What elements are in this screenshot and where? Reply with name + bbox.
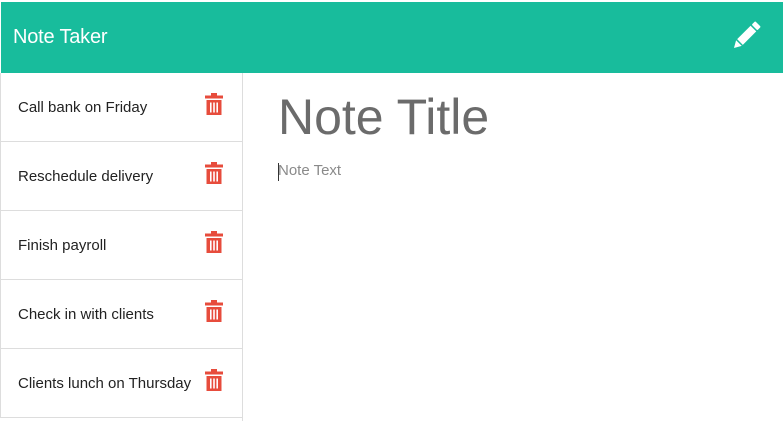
delete-note-button[interactable] <box>205 300 223 322</box>
delete-note-button[interactable] <box>205 369 223 391</box>
note-list: Call bank on Friday Reschedule delivery <box>0 73 242 418</box>
note-item-title[interactable]: Check in with clients <box>18 305 154 324</box>
note-taker-app: Note Taker Call bank on Friday Reschedul… <box>0 0 784 421</box>
trash-icon <box>205 369 223 391</box>
note-list-item[interactable]: Clients lunch on Thursday <box>0 349 242 418</box>
delete-note-button[interactable] <box>205 231 223 253</box>
text-cursor <box>278 163 279 181</box>
trash-icon <box>205 300 223 322</box>
note-list-item[interactable]: Reschedule delivery <box>0 142 242 211</box>
delete-note-button[interactable] <box>205 162 223 184</box>
navbar: Note Taker <box>1 2 783 73</box>
trash-icon <box>205 231 223 253</box>
note-text-input[interactable] <box>278 161 758 401</box>
app-brand[interactable]: Note Taker <box>13 24 108 50</box>
note-list-item[interactable]: Check in with clients <box>0 280 242 349</box>
note-list-item[interactable]: Call bank on Friday <box>0 73 242 142</box>
note-title-input[interactable] <box>278 85 758 149</box>
note-item-title[interactable]: Clients lunch on Thursday <box>18 374 191 393</box>
delete-note-button[interactable] <box>205 93 223 115</box>
note-list-item[interactable]: Finish payroll <box>0 211 242 280</box>
trash-icon <box>205 162 223 184</box>
note-item-title[interactable]: Finish payroll <box>18 236 106 255</box>
notes-sidebar: Call bank on Friday Reschedule delivery <box>0 73 243 421</box>
pencil-icon <box>733 21 761 49</box>
note-editor <box>244 73 784 421</box>
trash-icon <box>205 93 223 115</box>
new-note-button[interactable] <box>729 19 763 53</box>
note-item-title[interactable]: Call bank on Friday <box>18 98 147 117</box>
note-item-title[interactable]: Reschedule delivery <box>18 167 153 186</box>
